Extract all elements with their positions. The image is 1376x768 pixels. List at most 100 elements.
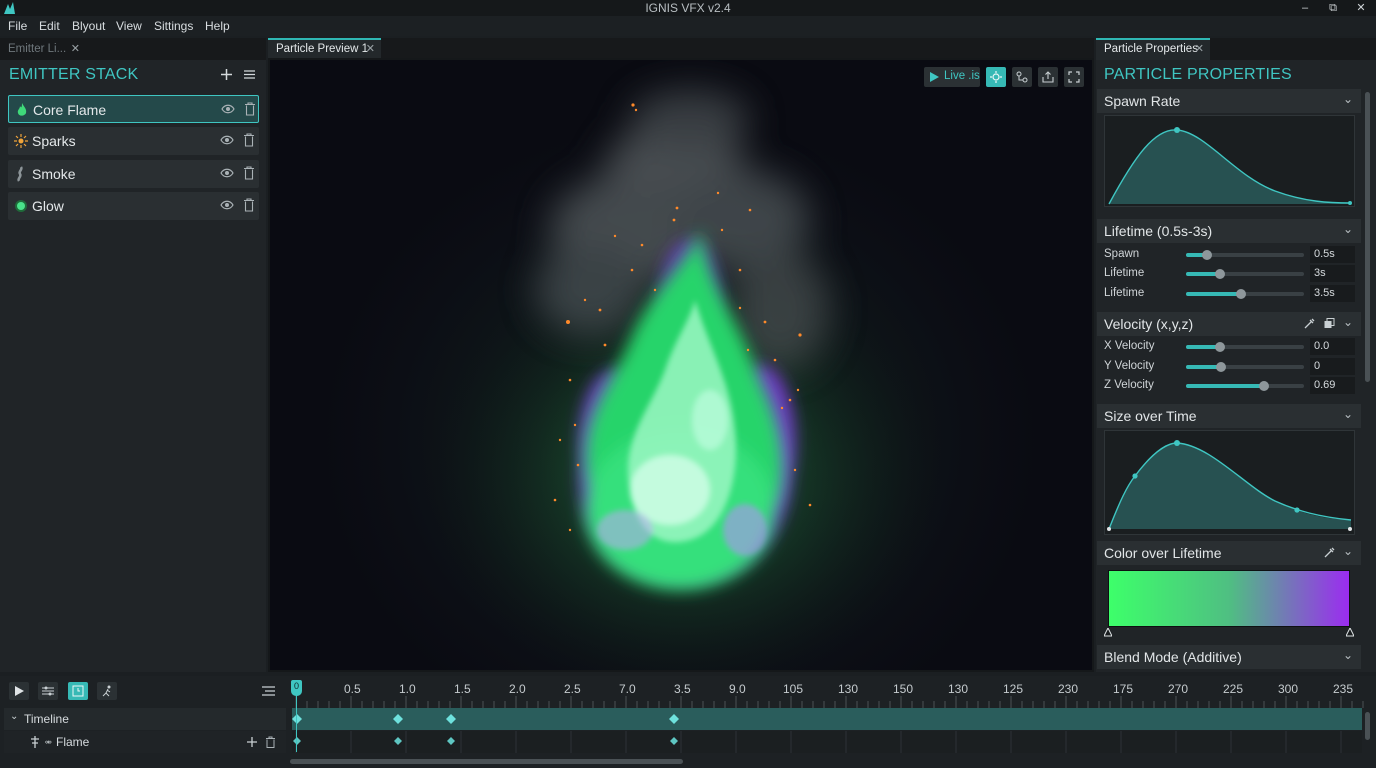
spawn-rate-section[interactable]: Spawn Rate ⌄ [1097,89,1361,113]
curve-keypoint[interactable] [1348,201,1352,205]
close-tab-icon[interactable]: ✕ [71,38,80,60]
keyframe-diamond[interactable] [393,714,403,724]
particles-toggle-button[interactable] [986,67,1006,87]
chevron-down-icon[interactable]: ⌄ [10,711,18,722]
collapse-list-icon[interactable] [262,686,275,696]
chevron-down-icon[interactable]: ⌄ [1343,648,1353,662]
chevron-down-icon[interactable]: ⌄ [1343,222,1353,236]
keyframe-diamond[interactable] [447,737,455,745]
hamburger-icon[interactable] [244,69,255,80]
timeline-vertical-scrollbar[interactable] [1365,712,1370,740]
menu-layout[interactable]: Blyout [72,19,105,33]
keyframe-diamond[interactable] [446,714,456,724]
x-velocity-slider[interactable] [1186,342,1304,352]
track-header-flame[interactable]: ⚮ Flame [4,731,286,753]
x-velocity-field[interactable]: 0.0 [1310,338,1355,355]
trash-icon[interactable] [245,102,255,116]
color-over-lifetime-section[interactable]: Color over Lifetime ⌄ [1097,541,1361,565]
copy-icon[interactable] [1324,318,1335,329]
keyframe-diamond[interactable] [293,737,301,745]
eye-icon[interactable] [220,167,234,179]
eyedropper-icon[interactable] [1324,547,1335,558]
properties-scrollbar[interactable] [1365,92,1370,382]
trash-icon[interactable] [244,198,254,212]
blend-mode-section[interactable]: Blend Mode (Additive) ⌄ [1097,645,1361,669]
color-gradient-bar[interactable] [1108,570,1350,627]
tab-emitter-list[interactable]: Emitter Li... ✕ [0,38,86,60]
live-button[interactable]: Live .is [924,67,980,87]
track-header-timeline[interactable]: ⌄ Timeline [4,708,286,730]
trash-icon[interactable] [244,133,254,147]
eyedropper-icon[interactable] [1304,318,1315,329]
z-velocity-field[interactable]: 0.69 [1310,377,1355,394]
close-icon[interactable]: ✕ [1348,0,1374,16]
keyframe-diamond[interactable] [669,714,679,724]
emitter-glow[interactable]: Glow [8,192,259,220]
close-tab-icon[interactable]: ✕ [366,40,375,59]
eye-icon[interactable] [220,134,234,146]
curve-keypoint[interactable] [1174,127,1180,133]
menu-view[interactable]: View [116,19,142,33]
lifetime-slider[interactable] [1186,269,1304,279]
export-button[interactable] [1038,67,1058,87]
keyframe-diamond[interactable] [670,737,678,745]
timeline-play-button[interactable] [9,682,29,700]
velocity-section[interactable]: Velocity (x,y,z) ⌄ [1097,312,1361,336]
z-velocity-slider[interactable] [1186,381,1304,391]
curve-keypoint[interactable] [1132,473,1138,479]
y-velocity-field[interactable]: 0 [1310,358,1355,375]
menu-settings[interactable]: Sittings [154,19,193,33]
curve-keypoint[interactable] [1294,507,1300,513]
chevron-down-icon[interactable]: ⌄ [1343,315,1353,329]
size-over-time-section[interactable]: Size over Time ⌄ [1097,404,1361,428]
timeline-horizontal-scrollbar[interactable] [290,759,683,764]
lifetime-section[interactable]: Lifetime (0.5s-3s) ⌄ [1097,219,1361,243]
chevron-down-icon[interactable]: ⌄ [1343,544,1353,558]
eye-icon[interactable] [220,199,234,211]
plus-icon[interactable] [221,69,232,80]
lifetime-label: Lifetime [1104,267,1145,279]
lifetime-value-field[interactable]: 3s [1310,265,1355,282]
slider-knob[interactable] [1258,381,1269,391]
gradient-stop-icon[interactable] [1346,628,1354,637]
timeline-filter-button[interactable] [38,682,58,700]
spawn-rate-curve-editor[interactable] [1104,115,1355,207]
tab-particle-properties[interactable]: Particle Properties ✕ [1096,38,1210,60]
emitter-smoke[interactable]: Smoke [8,160,259,188]
tick-label: 7.0 [619,682,636,696]
chevron-down-icon[interactable]: ⌄ [1343,407,1353,421]
tab-label: Particle Properties [1104,43,1198,55]
chevron-down-icon[interactable]: ⌄ [1343,92,1353,106]
particle-viewport[interactable]: Live .is [270,60,1092,670]
fullscreen-button[interactable] [1064,67,1084,87]
plus-icon[interactable] [247,737,257,747]
nodes-button[interactable] [1012,67,1032,87]
maximize-icon[interactable]: ⧉ [1320,0,1346,16]
playhead-handle[interactable]: 0 [291,680,302,696]
keyframe-diamond[interactable] [394,737,402,745]
timeline-motion-button[interactable] [97,682,117,700]
close-tab-icon[interactable]: ✕ [1195,40,1204,59]
tick-label: 3.5 [674,682,691,696]
menu-edit[interactable]: Edit [39,19,60,33]
y-velocity-slider[interactable] [1186,362,1304,372]
trash-icon[interactable] [266,736,275,748]
eye-icon[interactable] [221,103,235,115]
menu-help[interactable]: Help [205,19,230,33]
trash-icon[interactable] [244,166,254,180]
menu-file[interactable]: File [8,19,27,33]
slider-fill [1186,292,1242,296]
minimize-icon[interactable]: – [1292,0,1318,16]
size-over-time-curve-editor[interactable] [1104,430,1355,535]
spawn-value-field[interactable]: 0.5s [1310,246,1355,263]
curve-keypoint[interactable] [1174,440,1180,446]
lifetime-max-value-field[interactable]: 3.5s [1310,285,1355,302]
gradient-stop-icon[interactable] [1104,628,1112,637]
tab-particle-preview[interactable]: Particle Preview 1 ✕ [268,38,381,60]
spawn-slider[interactable] [1186,250,1304,260]
timeline-snap-button[interactable] [68,682,88,700]
keyframe-diamond[interactable] [292,714,302,724]
lifetime-max-slider[interactable] [1186,289,1304,299]
emitter-core-flame[interactable]: Core Flame [8,95,259,123]
emitter-sparks[interactable]: Sparks [8,127,259,155]
